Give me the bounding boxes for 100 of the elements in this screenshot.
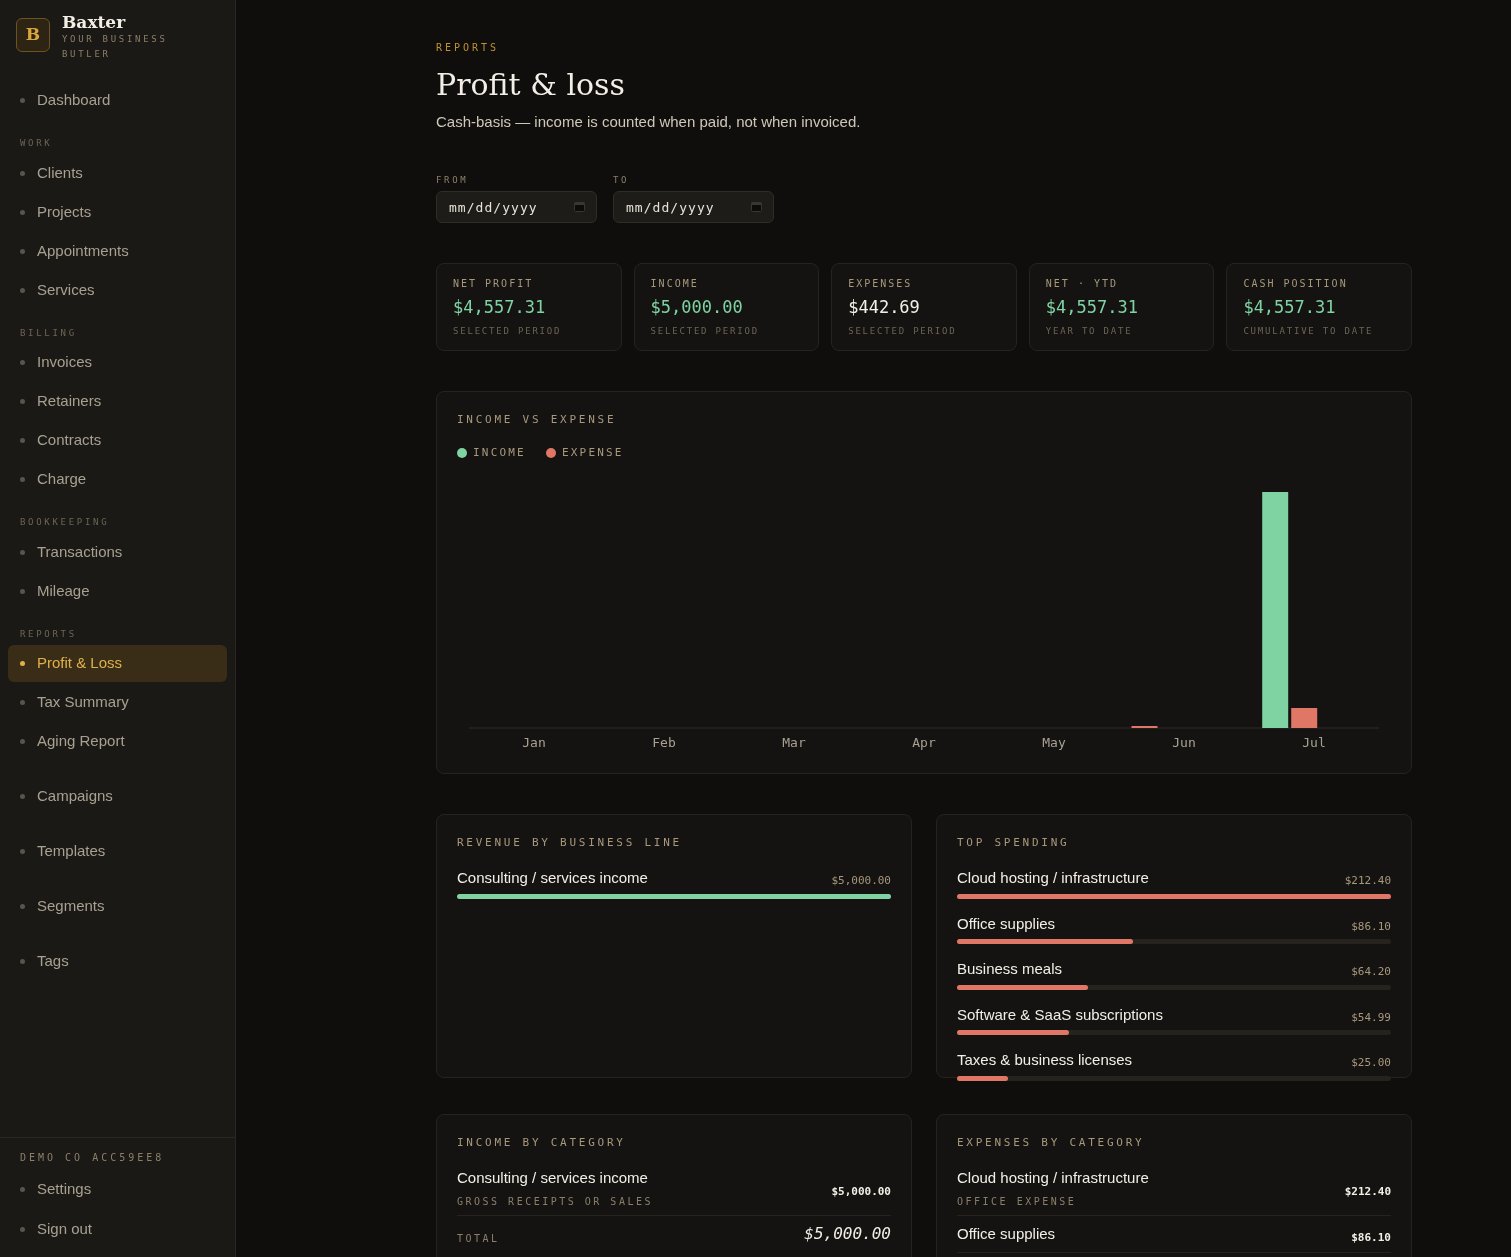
page-eyebrow: REPORTS bbox=[436, 41, 501, 55]
bullet-icon bbox=[20, 588, 25, 594]
axis-label: May bbox=[1041, 734, 1067, 752]
legend-label: INCOME bbox=[473, 444, 526, 461]
nav-item[interactable]: Dashboard bbox=[8, 82, 227, 119]
bullet-icon bbox=[20, 248, 25, 254]
row-amount: $212.40 bbox=[1344, 1183, 1391, 1200]
legend-label: EXPENSE bbox=[561, 444, 624, 461]
nav-section-heading: REPORTS bbox=[19, 627, 78, 641]
nav-item[interactable]: Segments bbox=[8, 888, 227, 925]
total-label: TOTAL bbox=[457, 1231, 500, 1246]
axis-label: Jul bbox=[1301, 734, 1327, 752]
nav-item[interactable]: Sign out bbox=[8, 1209, 227, 1249]
calendar-icon[interactable] bbox=[574, 201, 585, 212]
axis-label: Apr bbox=[911, 734, 937, 752]
page-title: Profit & loss bbox=[436, 67, 626, 103]
bullet-icon bbox=[20, 477, 25, 482]
nav-item[interactable]: Clients bbox=[8, 154, 227, 192]
nav-item[interactable]: Services bbox=[8, 271, 227, 309]
axis-label: Feb bbox=[651, 734, 677, 752]
stat-note: CUMULATIVE TO DATE bbox=[1243, 324, 1375, 338]
stat-value: $4,557.31 bbox=[1243, 296, 1337, 319]
row-amount: $86.10 bbox=[1351, 918, 1391, 935]
bullet-icon bbox=[20, 700, 25, 705]
stat-value: $442.69 bbox=[848, 296, 921, 319]
stat-note: SELECTED PERIOD bbox=[453, 324, 563, 338]
stat-value: $4,557.31 bbox=[1045, 296, 1139, 319]
bullet-icon bbox=[20, 209, 25, 215]
nav-item[interactable]: Campaigns bbox=[8, 778, 227, 815]
bullet-icon bbox=[20, 739, 25, 744]
row-label: Taxes & business licenses bbox=[957, 1050, 1133, 1070]
stat-value: $4,557.31 bbox=[453, 296, 547, 319]
row-amount: $86.10 bbox=[1351, 1229, 1391, 1246]
row-label: Business meals bbox=[957, 959, 1063, 979]
logo-badge: B bbox=[16, 18, 50, 52]
field-label: FROM bbox=[436, 173, 470, 187]
stat-note: YEAR TO DATE bbox=[1045, 324, 1134, 338]
stat-label: NET · YTD bbox=[1045, 277, 1119, 291]
axis-label: Mar bbox=[781, 734, 807, 752]
bullet-icon bbox=[20, 904, 25, 909]
row-amount: $5,000.00 bbox=[831, 1183, 891, 1200]
nav-item[interactable]: Templates bbox=[8, 833, 227, 870]
nav-item[interactable]: Mileage bbox=[8, 572, 227, 610]
row-label: Cloud hosting / infrastructure bbox=[957, 868, 1149, 888]
nav-item[interactable]: Transactions bbox=[8, 533, 227, 571]
row-label: Office supplies bbox=[957, 1223, 1056, 1244]
nav-item[interactable]: Retainers bbox=[8, 383, 227, 420]
bullet-icon bbox=[20, 849, 25, 854]
stat-note: SELECTED PERIOD bbox=[848, 324, 958, 338]
bullet-icon bbox=[20, 794, 25, 799]
stat-value: $5,000.00 bbox=[650, 296, 744, 319]
card-title: TOP SPENDING bbox=[957, 834, 1071, 851]
stat-label: INCOME bbox=[650, 277, 700, 291]
row-label: Software & SaaS subscriptions bbox=[957, 1004, 1163, 1025]
bullet-icon bbox=[20, 959, 25, 964]
axis-label: Jan bbox=[521, 734, 547, 752]
row-amount: $25.00 bbox=[1351, 1055, 1391, 1071]
nav-section-heading: BILLING bbox=[19, 326, 78, 340]
stat-label: EXPENSES bbox=[848, 277, 914, 291]
brand-tagline: YOUR BUSINESS BUTLER bbox=[62, 33, 169, 61]
axis-label: Jun bbox=[1171, 734, 1197, 752]
row-amount: $64.20 bbox=[1351, 964, 1391, 980]
card-title: INCOME BY CATEGORY bbox=[457, 1134, 627, 1151]
bullet-icon bbox=[20, 661, 25, 666]
bullet-icon bbox=[20, 438, 25, 443]
field-label: TO bbox=[613, 173, 631, 187]
nav-item[interactable]: Invoices bbox=[8, 344, 227, 381]
bullet-icon bbox=[20, 170, 25, 176]
nav-section-heading: WORK bbox=[19, 137, 54, 150]
row-amount: $212.40 bbox=[1344, 873, 1391, 889]
nav-item[interactable]: Aging Report bbox=[8, 723, 227, 760]
row-label: Consulting / services income bbox=[457, 868, 648, 888]
calendar-icon[interactable] bbox=[751, 201, 762, 212]
total-amount: $5,000.00 bbox=[804, 1222, 891, 1245]
card-title: INCOME VS EXPENSE bbox=[457, 412, 618, 428]
nav-item[interactable]: Projects bbox=[8, 193, 227, 231]
nav-item[interactable]: Tax Summary bbox=[8, 684, 227, 721]
nav-item[interactable]: Settings bbox=[8, 1169, 227, 1209]
nav-item[interactable]: Appointments bbox=[8, 232, 227, 270]
brand-name: Baxter bbox=[62, 12, 127, 32]
nav-item[interactable]: Contracts bbox=[8, 422, 227, 459]
row-label: Office supplies bbox=[957, 913, 1056, 934]
stat-label: NET PROFIT bbox=[453, 277, 535, 291]
page-subtitle: Cash-basis — income is counted when paid, not when invoiced. bbox=[436, 112, 862, 132]
bullet-icon bbox=[20, 98, 25, 103]
row-label: Cloud hosting / infrastructure bbox=[957, 1168, 1149, 1188]
bullet-icon bbox=[20, 549, 25, 555]
date-field[interactable]: mm/dd/yyyy bbox=[436, 191, 597, 223]
nav-item[interactable]: Profit & Loss bbox=[8, 645, 227, 682]
nav-item[interactable]: Charge bbox=[8, 461, 227, 498]
card-title: EXPENSES BY CATEGORY bbox=[957, 1134, 1146, 1151]
date-field[interactable]: mm/dd/yyyy bbox=[613, 191, 774, 223]
bullet-icon bbox=[20, 360, 25, 365]
bullet-icon bbox=[20, 399, 25, 404]
card-title: REVENUE BY BUSINESS LINE bbox=[457, 834, 683, 851]
nav-section-heading: BOOKKEEPING bbox=[19, 516, 111, 529]
nav-item[interactable]: Tags bbox=[8, 943, 227, 980]
bullet-icon bbox=[20, 1186, 25, 1192]
bullet-icon bbox=[20, 1226, 25, 1232]
row-sublabel: OFFICE EXPENSE bbox=[957, 1194, 1078, 1209]
